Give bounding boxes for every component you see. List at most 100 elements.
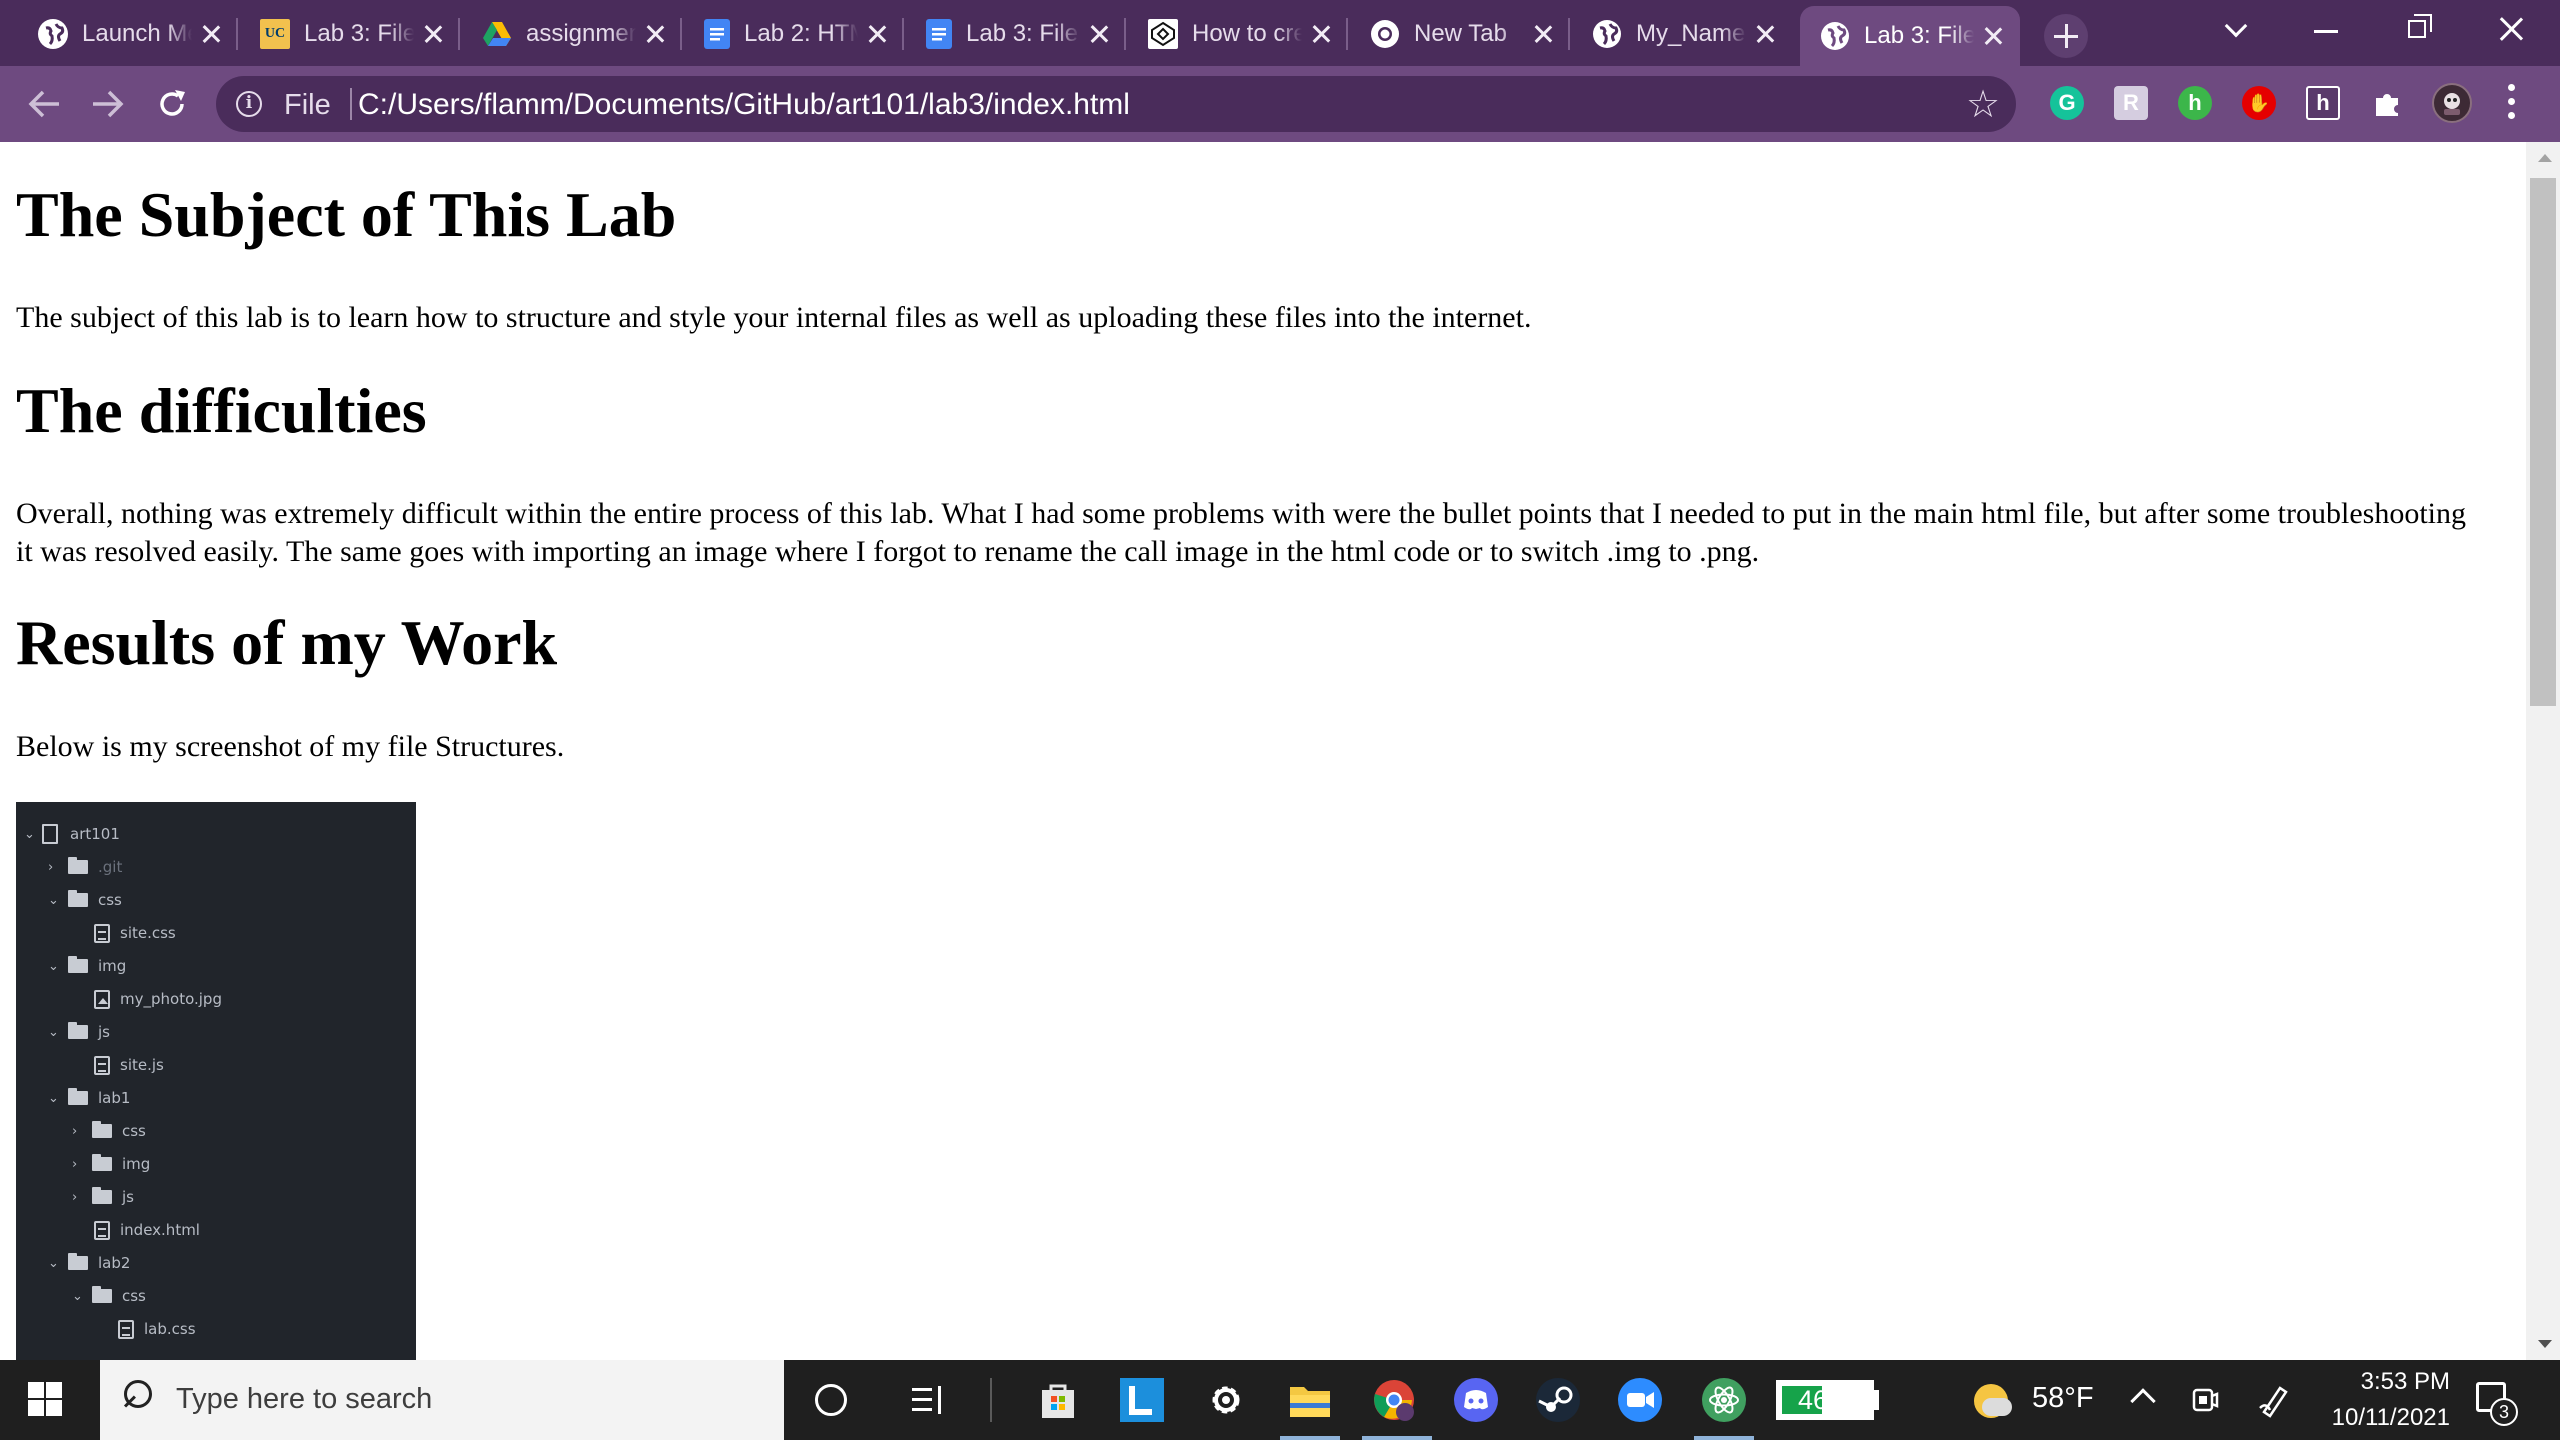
discord-icon[interactable]: [1452, 1376, 1500, 1424]
globe-icon: [1592, 19, 1622, 49]
pen-workspace-icon[interactable]: [2250, 1376, 2298, 1424]
battery-indicator[interactable]: 46%: [1776, 1380, 1874, 1420]
tree-row-img: ⌄ img: [48, 951, 126, 981]
tab-search-button[interactable]: [2196, 6, 2286, 54]
scrollbar-thumb[interactable]: [2530, 178, 2556, 706]
windows-taskbar: Type here to search 46% 58°F 3:53 PM 10/…: [0, 1360, 2560, 1440]
tab-lab2-html[interactable]: Lab 2: HTML: [684, 6, 904, 62]
bookmark-star-icon[interactable]: ☆: [1966, 82, 2000, 127]
back-button[interactable]: [20, 80, 68, 128]
tab-lab3-active[interactable]: Lab 3: File Structures: [1800, 6, 2020, 66]
tree-label: site.js: [120, 1056, 164, 1074]
new-tab-button[interactable]: [2044, 14, 2088, 58]
cortana-icon[interactable]: [815, 1384, 847, 1416]
restore-icon: [2408, 14, 2432, 38]
close-tab-icon[interactable]: [1086, 21, 1112, 47]
tab-label: assignments: [526, 20, 636, 47]
repo-icon: [42, 824, 58, 844]
puzzle-icon[interactable]: [2370, 86, 2404, 120]
close-tab-icon[interactable]: [1980, 23, 2006, 49]
close-tab-icon[interactable]: [420, 21, 446, 47]
info-icon[interactable]: i: [236, 91, 262, 117]
tree-label: index.html: [120, 1221, 200, 1239]
chevron-right-icon: ›: [72, 1189, 78, 1205]
clock-date[interactable]: 10/11/2021: [2310, 1404, 2450, 1432]
close-tab-icon[interactable]: [864, 21, 890, 47]
file-icon: [94, 1220, 110, 1240]
battery-percent-label: 46%: [1797, 1385, 1853, 1415]
tab-new-tab[interactable]: New Tab: [1350, 6, 1570, 62]
tab-label: New Tab: [1414, 20, 1507, 47]
profile-avatar[interactable]: [2432, 83, 2472, 123]
tab-lab3-ucsc[interactable]: UC Lab 3: File Structures: [240, 6, 460, 62]
taskbar-search-box[interactable]: Type here to search: [100, 1360, 784, 1440]
tree-row-lab2: ⌄ lab2: [48, 1248, 130, 1278]
tree-row-lab1-css: › css: [72, 1116, 146, 1146]
tab-separator: [902, 18, 904, 50]
steam-icon[interactable]: [1534, 1376, 1582, 1424]
atom-icon[interactable]: [1700, 1376, 1748, 1424]
tree-label: site.css: [120, 924, 176, 942]
close-tab-icon[interactable]: [1752, 21, 1778, 47]
heading-difficulties: The difficulties: [16, 375, 427, 446]
weather-partly-cloudy-icon[interactable]: [1974, 1384, 2012, 1418]
tree-row-lab1-img: › img: [72, 1149, 150, 1179]
tab-label: Launch Meeting - Zoom: [82, 20, 192, 47]
zoom-icon[interactable]: [1616, 1376, 1664, 1424]
tab-launch-meeting[interactable]: Launch Meeting - Zoom: [18, 6, 238, 62]
meet-now-icon[interactable]: [2180, 1376, 2228, 1424]
reload-button[interactable]: [148, 80, 196, 128]
more-menu-icon[interactable]: [2508, 84, 2516, 124]
lumin-pdf-icon[interactable]: [1118, 1376, 1166, 1424]
tab-assignments[interactable]: assignments: [462, 6, 682, 62]
clock-time[interactable]: 3:53 PM: [2310, 1368, 2450, 1396]
chevron-down-icon: ⌄: [48, 1024, 59, 1040]
settings-gear-icon[interactable]: [1202, 1376, 1250, 1424]
hypothesis-icon[interactable]: h: [2306, 86, 2340, 120]
url-text[interactable]: C:/Users/flamm/Documents/GitHub/art101/l…: [358, 88, 1130, 122]
page-content: The Subject of This Lab The subject of t…: [0, 142, 2526, 1360]
folder-icon: [92, 1121, 112, 1138]
tab-lab3-docs[interactable]: Lab 3: File Structures: [906, 6, 1126, 62]
tree-label: img: [98, 957, 127, 975]
tab-label: How to create: [1192, 20, 1302, 47]
close-tab-icon[interactable]: [1308, 21, 1334, 47]
tree-label: js: [122, 1188, 134, 1206]
tree-label: .git: [98, 858, 123, 876]
honey-icon[interactable]: h: [2178, 86, 2212, 120]
close-tab-icon[interactable]: [1530, 21, 1556, 47]
grammarly-icon[interactable]: G: [2050, 86, 2084, 120]
tab-my-name[interactable]: My_Name: [1572, 6, 1792, 62]
google-docs-icon: [704, 19, 730, 49]
windows-start-icon[interactable]: [28, 1382, 62, 1416]
adblock-icon[interactable]: ✋: [2242, 86, 2276, 120]
chevron-up-icon[interactable]: [2130, 1388, 2156, 1414]
tree-row-site-css: site.css: [86, 918, 176, 948]
file-structure-screenshot: ⌄ art101 › .git ⌄ css site.css ⌄ img my_…: [16, 802, 416, 1360]
address-separator: [350, 88, 352, 120]
close-tab-icon[interactable]: [642, 21, 668, 47]
close-tab-icon[interactable]: [198, 21, 224, 47]
address-bar[interactable]: i File C:/Users/flamm/Documents/GitHub/a…: [216, 76, 2016, 132]
rakuten-icon[interactable]: R: [2114, 86, 2148, 120]
task-view-icon[interactable]: [904, 1376, 952, 1424]
taskbar-divider: [990, 1378, 992, 1422]
tab-how-to-create[interactable]: How to create: [1128, 6, 1348, 62]
file-explorer-icon[interactable]: [1286, 1376, 1334, 1424]
folder-icon: [68, 857, 88, 874]
forward-button[interactable]: [84, 80, 132, 128]
microsoft-store-icon[interactable]: [1034, 1376, 1082, 1424]
restore-button[interactable]: [2376, 6, 2466, 54]
minimize-button[interactable]: [2286, 6, 2376, 54]
vertical-scrollbar[interactable]: [2526, 142, 2560, 1360]
temperature-label[interactable]: 58°F: [2032, 1382, 2094, 1415]
tree-label: lab1: [98, 1089, 131, 1107]
scroll-down-arrow-icon[interactable]: [2538, 1340, 2552, 1348]
tab-label: Lab 3: File Structures: [304, 20, 414, 47]
file-icon: [118, 1319, 134, 1339]
close-window-button[interactable]: [2466, 6, 2556, 54]
search-placeholder: Type here to search: [176, 1383, 433, 1415]
scroll-up-arrow-icon[interactable]: [2538, 154, 2552, 162]
chrome-taskbar-icon[interactable]: [1370, 1376, 1418, 1424]
atom-active-indicator: [1694, 1436, 1754, 1440]
